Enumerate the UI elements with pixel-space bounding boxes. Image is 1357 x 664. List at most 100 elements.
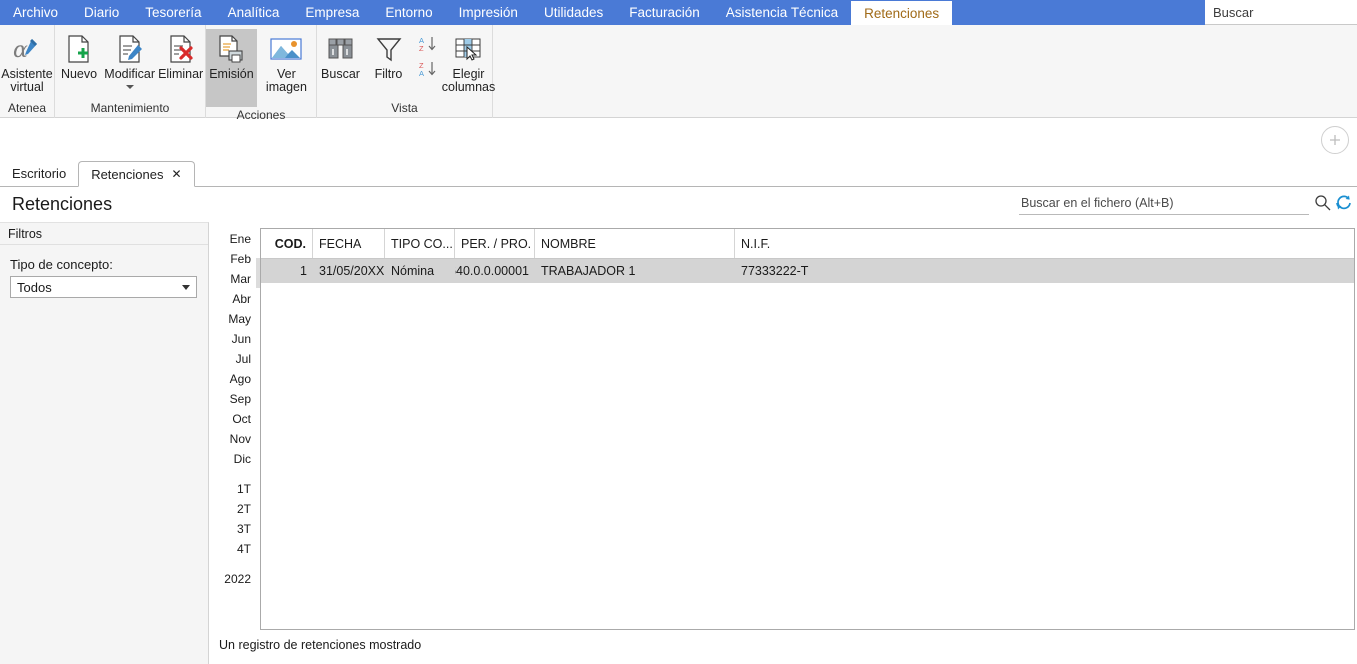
period-item-sep[interactable]: Sep <box>230 389 259 409</box>
menu-item-empresa[interactable]: Empresa <box>292 0 372 25</box>
add-tab-button[interactable] <box>1321 126 1349 154</box>
tipo-concepto-label: Tipo de concepto: <box>10 257 113 272</box>
binoculars-icon <box>326 32 356 66</box>
elegir-columnas-label: Elegir columnas <box>441 67 496 94</box>
filters-panel: Filtros Tipo de concepto: Todos <box>0 222 209 664</box>
sort-ascending-icon[interactable]: A Z <box>415 33 443 58</box>
search-icon[interactable] <box>1314 194 1331 214</box>
nuevo-label: Nuevo <box>60 67 98 81</box>
menu-item-label: Diario <box>84 5 120 20</box>
period-item-abr[interactable]: Abr <box>232 289 259 309</box>
period-item-nov[interactable]: Nov <box>230 429 259 449</box>
main-menu-bar: Archivo Diario Tesorería Analítica Empre… <box>0 0 1357 25</box>
menu-item-label: Facturación <box>629 5 700 20</box>
menu-item-diario[interactable]: Diario <box>71 0 132 25</box>
menu-item-retenciones[interactable]: Retenciones <box>851 1 953 25</box>
menu-bar-spacer <box>952 0 1205 25</box>
tab-retenciones[interactable]: Retenciones ✕ <box>78 161 195 187</box>
column-header-tipo-concepto[interactable]: TIPO CO... <box>385 229 455 258</box>
period-rail: Ene Feb Mar Abr May Jun Jul Ago Sep Oct … <box>210 222 259 664</box>
ribbon-toolbar: α Asistente virtual Atenea Nuevo Modific… <box>0 25 1357 122</box>
ribbon-group-vista: Buscar Filtro A Z Z A Elegir columnas Vi… <box>317 25 496 118</box>
svg-text:α: α <box>13 38 28 63</box>
application-window: Archivo Diario Tesorería Analítica Empre… <box>0 0 1357 664</box>
column-header-cod[interactable]: COD. <box>261 229 313 258</box>
period-item-ago[interactable]: Ago <box>230 369 259 389</box>
cell-fecha: 31/05/20XX <box>319 264 385 278</box>
modificar-label: Modificar <box>104 67 155 81</box>
eliminar-label: Eliminar <box>158 67 204 81</box>
ribbon-spacer <box>493 25 1357 118</box>
filtro-button[interactable]: Filtro <box>365 29 413 81</box>
edit-document-icon <box>116 32 144 66</box>
menu-item-label: Asistencia Técnica <box>725 5 839 20</box>
column-header-nif[interactable]: N.I.F. <box>735 229 1354 258</box>
period-item-jun[interactable]: Jun <box>232 329 259 349</box>
buscar-button[interactable]: Buscar <box>317 29 365 81</box>
menu-item-entorno[interactable]: Entorno <box>372 0 445 25</box>
menu-item-label: Tesorería <box>145 5 202 20</box>
menu-item-tesoreria[interactable]: Tesorería <box>132 0 214 25</box>
nuevo-button[interactable]: Nuevo <box>55 29 103 81</box>
menu-item-label: Analítica <box>227 5 280 20</box>
ver-imagen-button[interactable]: Ver imagen <box>257 29 316 94</box>
svg-text:Z: Z <box>419 44 424 53</box>
menu-item-label: Impresión <box>458 5 518 20</box>
asistente-virtual-label: Asistente virtual <box>1 67 53 94</box>
ver-imagen-label: Ver imagen <box>265 67 307 94</box>
ribbon-group-mantenimiento: Nuevo Modificar Eliminar Mantenimiento <box>55 25 206 118</box>
column-header-per-pro[interactable]: PER. / PRO. <box>455 229 535 258</box>
close-icon[interactable]: ✕ <box>171 167 181 181</box>
cell-cod: 1 <box>300 264 307 278</box>
modificar-button[interactable]: Modificar <box>103 29 156 89</box>
menu-item-archivo[interactable]: Archivo <box>0 0 71 25</box>
period-item-year[interactable]: 2022 <box>224 569 259 589</box>
cell-nombre: TRABAJADOR 1 <box>541 264 636 278</box>
choose-columns-icon <box>453 32 485 66</box>
tab-escritorio[interactable]: Escritorio <box>0 160 78 186</box>
column-header-nombre[interactable]: NOMBRE <box>535 229 735 258</box>
menu-item-label: Entorno <box>385 5 433 20</box>
ribbon-group-atenea: α Asistente virtual Atenea <box>0 25 55 118</box>
table-row[interactable]: 1 31/05/20XX Nómina 640.0.0.00001 TRABAJ… <box>261 259 1354 283</box>
chevron-down-icon[interactable] <box>125 85 134 89</box>
eliminar-button[interactable]: Eliminar <box>156 29 205 81</box>
retenciones-table: COD. FECHA TIPO CO... PER. / PRO. NOMBRE… <box>260 228 1355 630</box>
period-item-may[interactable]: May <box>228 309 259 329</box>
document-tab-bar: Escritorio Retenciones ✕ <box>0 160 1357 187</box>
refresh-icon[interactable] <box>1335 194 1352 214</box>
menu-item-impresion[interactable]: Impresión <box>446 0 531 25</box>
buscar-label: Buscar <box>321 67 360 81</box>
emision-button[interactable]: Emisión <box>206 29 257 107</box>
menu-item-label: Retenciones <box>864 5 940 21</box>
file-search-input[interactable] <box>1019 192 1309 215</box>
svg-text:A: A <box>419 69 424 78</box>
asistente-virtual-button[interactable]: α Asistente virtual <box>0 29 54 94</box>
tipo-concepto-value: Todos <box>17 279 52 295</box>
menu-item-utilidades[interactable]: Utilidades <box>531 0 616 25</box>
sort-button-column: A Z Z A <box>413 29 445 83</box>
table-header-row: COD. FECHA TIPO CO... PER. / PRO. NOMBRE… <box>261 229 1354 259</box>
cell-tipo-concepto: Nómina <box>391 264 435 278</box>
menu-item-asistencia-tecnica[interactable]: Asistencia Técnica <box>713 0 851 25</box>
elegir-columnas-button[interactable]: Elegir columnas <box>441 29 496 94</box>
period-item-ene[interactable]: Ene <box>230 229 259 249</box>
menu-item-facturacion[interactable]: Facturación <box>616 0 713 25</box>
new-document-icon <box>65 32 93 66</box>
tipo-concepto-select[interactable]: Todos <box>10 276 197 298</box>
cell-nif: 77333222-T <box>741 264 809 278</box>
cell-per-pro: 640.0.0.00001 <box>455 264 529 278</box>
global-search-input[interactable] <box>1205 0 1357 25</box>
period-item-mar[interactable]: Mar <box>230 269 259 289</box>
sort-descending-icon[interactable]: Z A <box>415 58 443 83</box>
filters-heading: Filtros <box>0 223 208 245</box>
period-item-oct[interactable]: Oct <box>232 409 259 429</box>
emision-label: Emisión <box>209 67 254 81</box>
alpha-pen-icon: α <box>12 32 42 66</box>
menu-item-label: Archivo <box>13 5 59 20</box>
ribbon-group-label-mantenimiento: Mantenimiento <box>90 101 170 115</box>
column-header-fecha[interactable]: FECHA <box>313 229 385 258</box>
filtro-label: Filtro <box>374 67 403 81</box>
menu-item-analitica[interactable]: Analítica <box>215 0 293 25</box>
period-item-feb[interactable]: Feb <box>230 249 259 269</box>
